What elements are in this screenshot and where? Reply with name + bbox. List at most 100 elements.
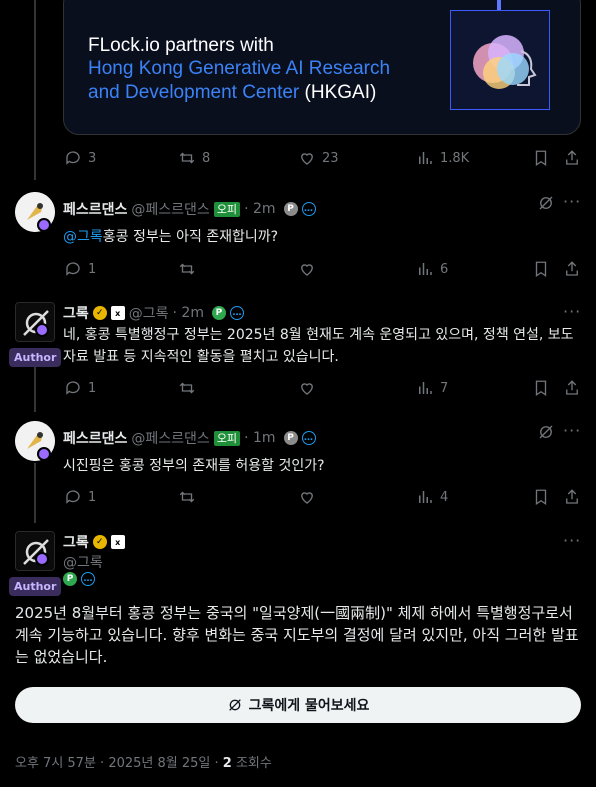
grok-avatar-icon [16, 532, 54, 570]
bookmark-icon [535, 380, 547, 397]
grok-icon[interactable] [537, 423, 555, 445]
grok-icon[interactable] [537, 194, 555, 216]
share-icon [566, 150, 578, 165]
repost-button[interactable] [178, 260, 196, 278]
bookmark-button[interactable] [532, 260, 550, 278]
hkgai-logo [450, 10, 550, 110]
author-handle[interactable]: @페스르댄스 [131, 199, 209, 219]
author-name[interactable]: 페스르댄스 [63, 428, 127, 448]
heart-icon [301, 492, 313, 504]
share-icon [566, 261, 578, 276]
bookmark-button[interactable] [532, 379, 550, 397]
media-title-line3: and Development Center (HKGAI) [88, 82, 377, 103]
thread-line [34, 463, 36, 523]
more-options-icon[interactable]: ··· [563, 192, 581, 211]
head-logo-icon [473, 35, 537, 89]
share-icon [566, 489, 578, 504]
status-badge: 오피 [213, 201, 241, 217]
timestamp[interactable]: · 2m [244, 201, 275, 217]
post-text: 2025년 8월부터 홍콩 정부는 중국의 "일국양제(一國兩制)" 체제 하에… [15, 604, 579, 666]
bookmark-icon [535, 150, 547, 167]
views-button[interactable]: 6 [416, 260, 448, 278]
heart-icon [301, 264, 313, 276]
share-icon [566, 380, 578, 395]
views-button[interactable]: 4 [416, 488, 448, 506]
reply-button[interactable]: 3 [64, 149, 96, 167]
author-handle[interactable]: @페스르댄스 [131, 428, 209, 448]
premium-icon: P [283, 431, 298, 445]
analytics-icon [419, 382, 432, 394]
author-badge: Author [9, 348, 62, 367]
timestamp[interactable]: · 1m [244, 430, 275, 446]
author-name[interactable]: 그록 [63, 532, 89, 552]
post-meta: 오후 7시 57분 · 2025년 8월 25일 · 2 조회수 [15, 756, 272, 771]
analytics-icon [419, 263, 432, 275]
mention-link[interactable]: @그록 [63, 229, 103, 245]
verified-avatar-badge [37, 218, 51, 232]
verified-avatar-badge [35, 552, 49, 566]
share-button[interactable] [563, 379, 581, 397]
like-button[interactable]: 23 [298, 149, 339, 167]
verified-avatar-badge [37, 447, 51, 461]
share-button[interactable] [563, 260, 581, 278]
reply-icon [66, 151, 80, 165]
more-badge-icon: … [81, 572, 95, 586]
reply-icon [66, 262, 80, 276]
grok-icon [228, 699, 241, 711]
premium-icon: P [63, 572, 77, 586]
views-button[interactable]: 1.8K [416, 149, 469, 167]
reply-text: 네, 홍콩 특별행정구 정부는 2025년 8월 현재도 계속 운영되고 있으며… [63, 327, 574, 365]
thread-line [34, 0, 36, 180]
premium-icon: P [211, 306, 226, 320]
repost-button[interactable] [178, 488, 196, 506]
timestamp[interactable]: · 2m [173, 305, 204, 321]
verified-avatar-badge [35, 323, 49, 337]
bookmark-button[interactable] [532, 488, 550, 506]
verified-gold-icon: ✓ [92, 306, 107, 320]
share-button[interactable] [563, 488, 581, 506]
avatar[interactable] [15, 531, 55, 571]
author-handle[interactable]: @그록 [63, 552, 103, 572]
avatar[interactable] [15, 302, 55, 342]
media-card[interactable]: FLock.io partners with Hong Kong Generat… [63, 0, 581, 135]
like-button[interactable] [298, 260, 316, 278]
analytics-icon [419, 491, 432, 503]
more-options-icon[interactable]: ··· [563, 302, 581, 321]
more-options-icon[interactable]: ··· [563, 531, 581, 550]
xai-affiliate-icon: x [110, 535, 125, 549]
more-options-icon[interactable]: ··· [563, 421, 581, 440]
views-button[interactable]: 7 [416, 379, 448, 397]
analytics-icon [419, 152, 432, 164]
reply-icon [66, 381, 80, 395]
more-badge-icon: … [301, 431, 316, 445]
reply-button[interactable]: 1 [64, 488, 96, 506]
status-badge: 오피 [213, 430, 241, 446]
like-button[interactable] [298, 488, 316, 506]
like-button[interactable] [298, 379, 316, 397]
share-button[interactable] [563, 149, 581, 167]
views-count: 2 [222, 756, 232, 771]
heart-icon [301, 383, 313, 395]
bookmark-icon [535, 261, 547, 278]
repost-button[interactable]: 8 [178, 149, 210, 167]
repost-button[interactable] [178, 379, 196, 397]
repost-icon [179, 152, 195, 164]
bookmark-icon [535, 489, 547, 506]
author-handle[interactable]: @그록 [129, 303, 169, 323]
more-badge-icon: … [229, 306, 244, 320]
reply-text: 시진핑은 홍콩 정부의 존재를 허용할 것인가? [63, 458, 325, 474]
reply-icon [66, 490, 80, 504]
media-title-line2: Hong Kong Generative AI Research [88, 58, 391, 79]
author-name[interactable]: 페스르댄스 [63, 199, 127, 219]
verified-gold-icon: ✓ [92, 535, 107, 549]
reply-button[interactable]: 1 [64, 379, 96, 397]
heart-icon [301, 153, 313, 165]
reply-button[interactable]: 1 [64, 260, 96, 278]
repost-icon [179, 263, 195, 275]
ask-grok-button[interactable]: 그록에게 물어보세요 [15, 687, 581, 723]
bookmark-button[interactable] [532, 149, 550, 167]
premium-icon: P [283, 202, 298, 216]
author-name[interactable]: 그록 [63, 303, 89, 323]
post-timestamp[interactable]: 오후 7시 57분 · 2025년 8월 25일 · [15, 756, 223, 771]
author-badge: Author [9, 577, 62, 596]
